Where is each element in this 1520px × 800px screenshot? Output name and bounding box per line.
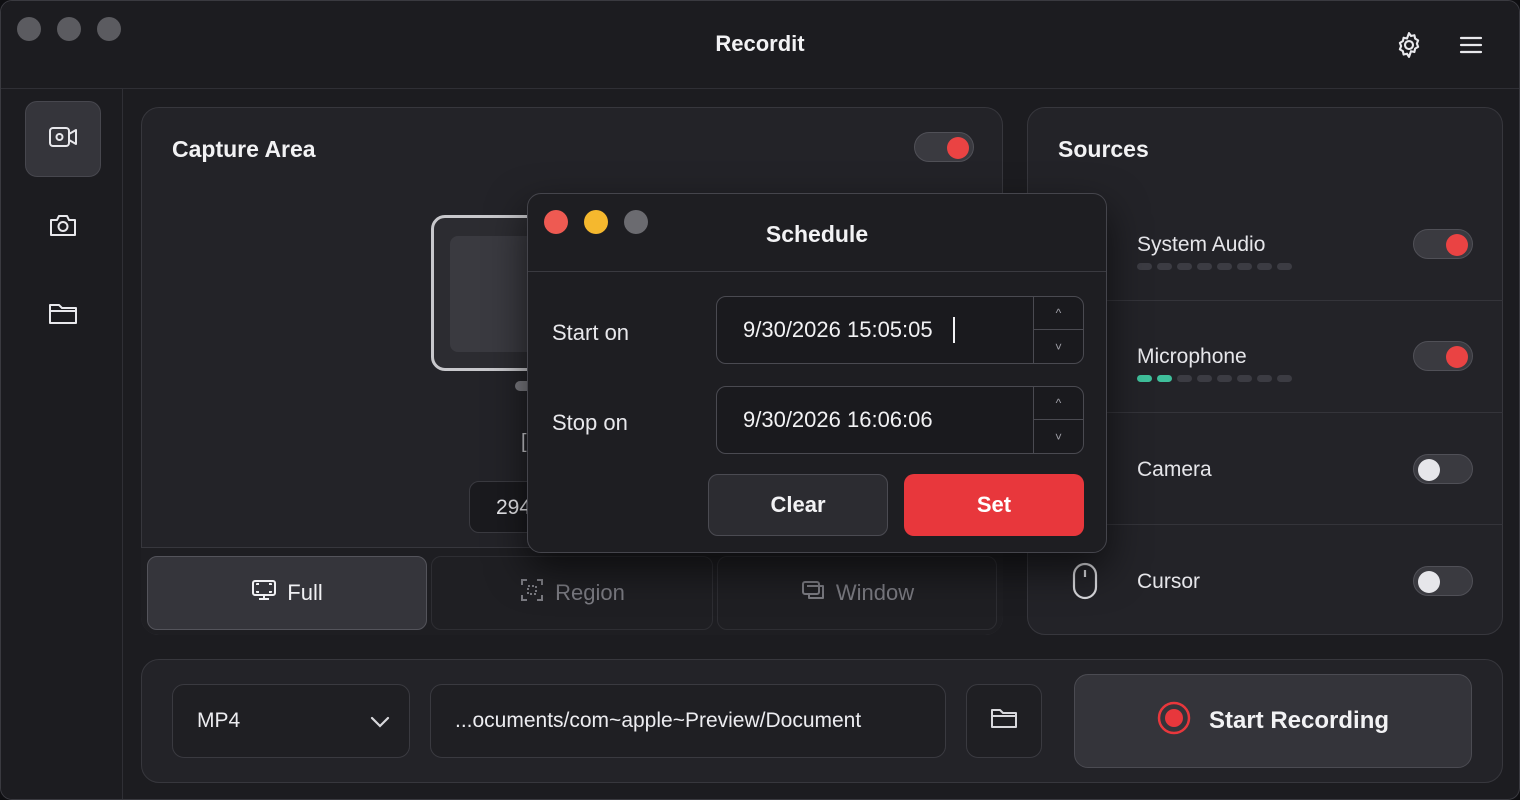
sources-title: Sources	[1058, 136, 1149, 162]
hamburger-menu-icon[interactable]	[1455, 29, 1487, 61]
output-path-field[interactable]: ...ocuments/com~apple~Preview/Document	[430, 684, 946, 758]
app-title: Recordit	[715, 31, 805, 56]
browse-folder-button[interactable]	[966, 684, 1042, 758]
sidebar	[1, 89, 123, 799]
tab-region-label: Region	[555, 580, 625, 605]
system-audio-level-meter	[1137, 263, 1292, 270]
clear-button[interactable]: Clear	[708, 474, 888, 536]
chevron-up-icon[interactable]: ^	[1034, 297, 1083, 330]
chevron-down-icon	[369, 711, 391, 735]
start-datetime-field[interactable]: 9/30/2026 15:05:05 ^ ˅	[716, 296, 1084, 364]
video-camera-icon	[47, 123, 79, 156]
record-dot-icon	[1157, 701, 1191, 742]
chevron-down-icon[interactable]: ˅	[1034, 420, 1083, 453]
settings-gear-icon[interactable]	[1393, 29, 1425, 61]
start-recording-button[interactable]: Start Recording	[1074, 674, 1472, 768]
stop-datetime-value: 9/30/2026 16:06:06	[743, 407, 933, 432]
set-button[interactable]: Set	[904, 474, 1084, 536]
capture-mode-tabs: Full Region Window	[141, 547, 1003, 635]
app-window: Recordit Capture Area [294 Full Region …	[0, 0, 1520, 800]
schedule-dialog-title: Schedule	[765, 221, 869, 247]
mouse-icon	[1071, 561, 1099, 606]
camera-icon	[47, 211, 79, 244]
start-recording-label: Start Recording	[1208, 707, 1390, 734]
sidebar-files-button[interactable]	[25, 277, 101, 353]
window-icon	[800, 577, 826, 609]
cursor-toggle[interactable]	[1413, 566, 1473, 596]
start-on-label: Start on	[552, 320, 630, 345]
start-datetime-value: 9/30/2026 15:05:05	[743, 317, 933, 342]
tab-full-label: Full	[287, 580, 323, 605]
camera-toggle[interactable]	[1413, 454, 1473, 484]
title-bar: Recordit	[1, 1, 1519, 89]
stop-on-label: Stop on	[552, 410, 628, 435]
display-name-label: [	[521, 431, 527, 453]
camera-label: Camera	[1137, 458, 1212, 481]
sidebar-video-button[interactable]	[25, 101, 101, 177]
system-audio-label: System Audio	[1137, 233, 1266, 256]
cursor-label: Cursor	[1137, 570, 1201, 593]
microphone-label: Microphone	[1137, 345, 1247, 368]
folder-icon	[990, 705, 1018, 737]
text-cursor	[953, 317, 955, 343]
tab-window-label: Window	[835, 580, 915, 605]
start-datetime-stepper[interactable]: ^ ˅	[1033, 297, 1083, 363]
chevron-down-icon[interactable]: ˅	[1034, 330, 1083, 363]
sidebar-screenshot-button[interactable]	[25, 189, 101, 265]
stop-datetime-stepper[interactable]: ^ ˅	[1033, 387, 1083, 453]
schedule-dialog: Schedule Start on 9/30/2026 15:05:05 ^ ˅…	[527, 193, 1107, 553]
microphone-level-meter	[1137, 375, 1292, 382]
bottom-bar: MP4 ...ocuments/com~apple~Preview/Docume…	[141, 659, 1503, 783]
format-select[interactable]: MP4	[172, 684, 410, 758]
stop-datetime-field[interactable]: 9/30/2026 16:06:06 ^ ˅	[716, 386, 1084, 454]
region-select-icon	[519, 577, 545, 609]
tab-full[interactable]: Full	[147, 556, 427, 630]
capture-area-toggle[interactable]	[914, 132, 974, 162]
tab-window[interactable]: Window	[717, 556, 997, 630]
folder-icon	[47, 299, 79, 332]
schedule-dialog-header: Schedule	[528, 194, 1106, 272]
capture-area-title: Capture Area	[172, 136, 316, 162]
format-value: MP4	[197, 709, 241, 732]
microphone-toggle[interactable]	[1413, 341, 1473, 371]
monitor-icon	[251, 577, 277, 609]
output-path-value: ...ocuments/com~apple~Preview/Document	[455, 709, 862, 732]
chevron-up-icon[interactable]: ^	[1034, 387, 1083, 420]
tab-region[interactable]: Region	[431, 556, 713, 630]
system-audio-toggle[interactable]	[1413, 229, 1473, 259]
